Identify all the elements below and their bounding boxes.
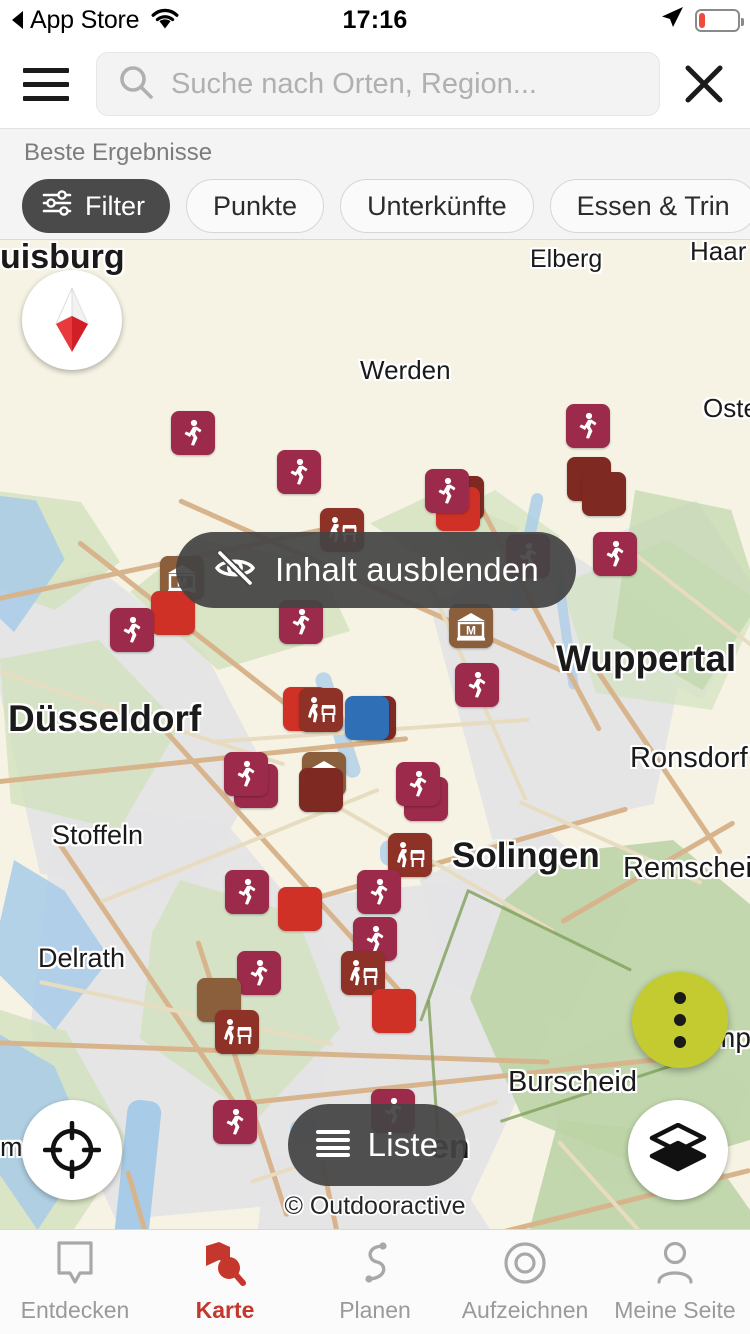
tab-label: Karte [195,1297,255,1323]
search-placeholder: Suche nach Orten, Region... [171,67,537,100]
tab-label: Aufzeichnen [461,1297,589,1323]
status-clock: 17:16 [342,5,408,34]
tab-planen[interactable]: Planen [300,1230,450,1334]
filter-chip-label: Unterkünfte [367,190,507,221]
tab-label: Entdecken [20,1297,130,1323]
filter-chip-label: Punkte [213,190,298,221]
person-icon [654,1240,696,1291]
filter-section: Beste Ergebnisse Filter Punkte Unterkünf… [0,128,750,240]
filter-sliders-icon [41,189,73,224]
map-marker-plainblue[interactable] [345,696,389,740]
map-search-icon [203,1240,247,1291]
search-input[interactable]: Suche nach Orten, Region... [96,52,660,116]
tab-label: Planen [339,1297,411,1323]
filter-chip-filter[interactable]: Filter [22,179,170,233]
filter-chip-row: Filter Punkte Unterkünfte Essen & Trin [22,179,750,233]
map-marker-hike[interactable] [277,450,321,494]
map-marker-hike[interactable] [237,951,281,995]
battery-low-icon [695,8,744,32]
map-place-label: Haar [690,240,747,266]
search-icon [117,63,155,106]
app-root: App Store 17:16 Suche nach Orten, Region… [0,0,750,1334]
map-marker-hike[interactable] [455,663,499,707]
map-marker-hike[interactable] [396,762,440,806]
tab-meine-seite[interactable]: Meine Seite [600,1230,750,1334]
map-marker-hike[interactable] [110,608,154,652]
map-marker-hike[interactable] [213,1100,257,1144]
map-marker-plaindark[interactable] [299,768,343,812]
hamburger-menu-icon[interactable] [18,56,74,112]
svg-text:M: M [466,624,476,638]
map-marker-hike[interactable] [224,752,268,796]
map-marker-plainred[interactable] [278,887,322,931]
crosshair-locate-icon[interactable] [22,1100,122,1200]
map-canvas: uisburgElbergHaarWerdenOsterWuppertalDüs… [0,240,750,1229]
map-marker-hike[interactable] [425,469,469,513]
map-marker-hike[interactable] [357,870,401,914]
more-vertical-icon[interactable] [632,972,728,1068]
map-place-label: Elberg [530,245,603,273]
eye-slash-icon [213,548,257,593]
tab-karte[interactable]: Karte [150,1230,300,1334]
map-marker-hike[interactable] [225,870,269,914]
bottom-tab-bar: Entdecken Karte Planen Aufzeichnen Meine… [0,1229,750,1334]
map-place-label: Werden [360,355,451,385]
compass-icon[interactable] [22,270,122,370]
hide-content-toast[interactable]: Inhalt ausblenden [176,532,576,608]
hide-content-label: Inhalt ausblenden [275,551,539,588]
results-label: Beste Ergebnisse [24,139,213,166]
tab-label: Meine Seite [614,1297,736,1323]
map-view[interactable]: uisburgElbergHaarWerdenOsterWuppertalDüs… [0,240,750,1229]
list-button[interactable]: Liste [288,1104,466,1186]
map-marker-plainred[interactable] [372,989,416,1033]
filter-chip-punkte[interactable]: Punkte [186,179,325,233]
tab-entdecken[interactable]: Entdecken [0,1230,150,1334]
map-marker-hike[interactable] [566,404,610,448]
map-marker-hike[interactable] [171,411,215,455]
map-marker-picnic[interactable] [299,688,343,732]
filter-chip-essen-trinken[interactable]: Essen & Trin [549,179,750,233]
map-marker-picnic[interactable] [215,1010,259,1054]
search-bar: Suche nach Orten, Region... [0,40,750,128]
map-marker-plaindark[interactable] [582,472,626,516]
tab-aufzeichnen[interactable]: Aufzeichnen [450,1230,600,1334]
filter-chip-label: Filter [85,190,145,221]
map-marker-hike[interactable] [593,532,637,576]
map-layers-icon[interactable] [628,1100,728,1200]
route-icon [355,1240,395,1291]
list-button-label: Liste [367,1126,439,1163]
close-x-icon[interactable] [676,56,732,112]
map-place-label: Oster [703,393,750,423]
location-arrow-icon [659,5,685,36]
status-bar: App Store 17:16 [0,0,750,40]
filter-chip-unterkuenfte[interactable]: Unterkünfte [340,179,534,233]
list-lines-icon [315,1128,350,1163]
record-icon [502,1240,548,1291]
filter-chip-label: Essen & Trin [576,190,730,221]
status-right-group [659,0,744,40]
map-marker-museum[interactable]: M [449,604,493,648]
bookmark-icon [55,1240,95,1291]
